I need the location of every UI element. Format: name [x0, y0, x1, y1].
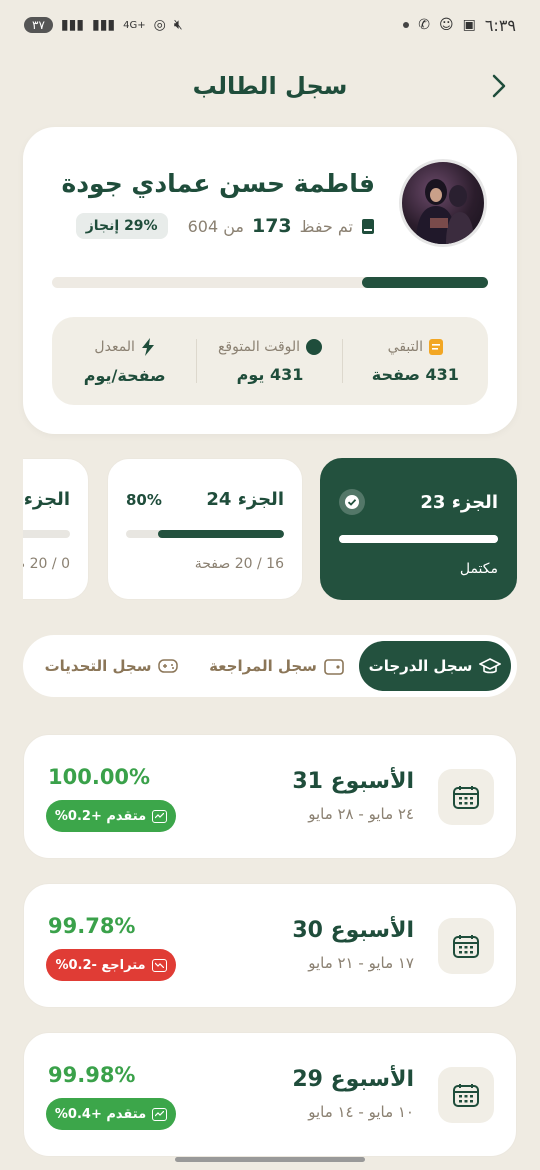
- home-indicator[interactable]: [175, 1157, 365, 1162]
- stat-expected-time: الوقت المتوقع 431 يوم: [197, 317, 344, 405]
- clock: ٦:٣٩: [484, 15, 516, 35]
- signal-icon: ▮▮▮: [60, 17, 85, 33]
- week-date-range: ١٧ مايو - ٢١ مايو: [308, 954, 414, 972]
- juz-status: مكتمل: [459, 561, 498, 577]
- juz-progress-bar: [126, 530, 284, 538]
- juz-title: الجزء 24: [206, 489, 284, 510]
- check-circle-icon: [339, 489, 365, 515]
- memorization-summary: تم حفظ 173 من 604 29% إنجاز: [75, 213, 375, 239]
- chevron-right-icon: [492, 74, 506, 98]
- status-right: ✆ ☺ ▣ ٦:٣٩: [403, 16, 516, 35]
- tab-challenges-label: سجل التحديات: [44, 657, 152, 675]
- avatar[interactable]: [399, 159, 487, 247]
- achievement-badge: 29% إنجاز: [75, 213, 168, 239]
- week-date-range: ٢٤ مايو - ٢٨ مايو: [308, 805, 414, 823]
- stat-expected-label: الوقت المتوقع: [217, 338, 301, 355]
- week-title: الأسبوع 31: [292, 769, 414, 794]
- juz-pages: 16 / 20 صفحة: [194, 556, 284, 572]
- student-name: فاطمة حسن عمادي جودة: [61, 169, 375, 198]
- juz-title: الجزء 25: [23, 489, 70, 510]
- juz-card-24[interactable]: الجزء 24 80% 16 / 20 صفحة: [107, 458, 303, 600]
- trend-up-icon: [152, 1107, 168, 1121]
- clock-icon: [306, 338, 323, 355]
- progress-fill: [361, 277, 488, 288]
- network-type: 4G+: [123, 19, 146, 31]
- signal-icon-2: ▮▮▮: [92, 17, 116, 33]
- trend-badge: متقدم +0.4%: [46, 1098, 176, 1130]
- stat-remaining-value: 431 صفحة: [371, 364, 459, 384]
- screenshot-icon: ▣: [462, 17, 476, 33]
- juz-progress-bar: [23, 530, 70, 538]
- trend-up-icon: [152, 809, 168, 823]
- juz-title: الجزء 23: [420, 491, 498, 513]
- week-card[interactable]: الأسبوع 30 ١٧ مايو - ٢١ مايو 99.78% مترا…: [23, 883, 517, 1008]
- back-button[interactable]: [484, 70, 514, 102]
- record-tabs: سجل الدرجات سجل المراجعة سجل التحديات: [23, 635, 517, 697]
- juz-progress-bar: [339, 535, 498, 543]
- week-date-range: ١٠ مايو - ١٤ مايو: [308, 1103, 414, 1121]
- avatar-image: [416, 179, 474, 244]
- hotspot-icon: ◎: [153, 17, 166, 33]
- juz-carousel[interactable]: الجزء 23 مكتمل الجزء 24 80% 16 / 20 صفحة…: [23, 458, 540, 603]
- trend-label: متراجع -0.2%: [55, 957, 146, 973]
- tab-challenges[interactable]: سجل التحديات: [29, 641, 194, 691]
- trend-badge: متقدم +0.2%: [46, 800, 176, 832]
- status-bar: ٣٧ ▮▮▮ ▮▮▮ 4G+ ◎ 🔇︎ ✆ ☺ ▣ ٦:٣٩: [24, 10, 516, 40]
- tab-grades-label: سجل الدرجات: [368, 657, 473, 675]
- memorized-prefix: تم حفظ: [299, 216, 353, 236]
- stat-rate: المعدل صفحة/يوم: [52, 317, 198, 405]
- wallet-icon: [324, 659, 344, 675]
- calendar-icon: [438, 769, 494, 825]
- memorized-total: من 604: [187, 216, 244, 236]
- stats-box: التبقي 431 صفحة الوقت المتوقع 431 يوم ال…: [52, 317, 488, 405]
- notification-dot-icon: [403, 22, 410, 28]
- juz-pages: 0 / 20 صفحة: [23, 556, 70, 572]
- tab-grades[interactable]: سجل الدرجات: [359, 641, 511, 691]
- trend-badge: متراجع -0.2%: [46, 949, 176, 981]
- gamepad-icon: [158, 659, 179, 673]
- document-icon: [429, 338, 444, 355]
- stat-rate-value: صفحة/يوم: [83, 365, 166, 385]
- trend-down-icon: [151, 958, 167, 972]
- week-card[interactable]: الأسبوع 29 ١٠ مايو - ١٤ مايو 99.98% متقد…: [23, 1032, 517, 1157]
- week-score: 99.78%: [48, 914, 136, 938]
- stat-remaining-label: التبقي: [387, 338, 424, 355]
- status-left: ٣٧ ▮▮▮ ▮▮▮ 4G+ ◎ 🔇︎: [24, 17, 183, 33]
- stat-rate-label: المعدل: [94, 338, 135, 355]
- graduation-cap-icon: [479, 658, 502, 674]
- profile-card: فاطمة حسن عمادي جودة تم حفظ 173 من 604 2…: [23, 127, 517, 434]
- stat-expected-value: 431 يوم: [236, 364, 304, 384]
- snapchat-icon: ☺: [438, 17, 454, 33]
- lightning-icon: [141, 337, 154, 356]
- whatsapp-icon: ✆: [418, 17, 430, 33]
- trend-label: متقدم +0.2%: [54, 808, 147, 824]
- memorized-count: 173: [251, 215, 292, 237]
- memorization-progress-bar: [52, 277, 488, 288]
- juz-percent: 80%: [126, 490, 162, 509]
- battery-indicator: ٣٧: [24, 17, 53, 33]
- page-title: سجل الطالب: [192, 72, 348, 100]
- mute-icon: 🔇︎: [173, 17, 183, 33]
- calendar-icon: [438, 1067, 494, 1123]
- week-score: 100.00%: [48, 765, 151, 789]
- week-title: الأسبوع 29: [292, 1067, 414, 1092]
- week-card[interactable]: الأسبوع 31 ٢٤ مايو - ٢٨ مايو 100.00% متق…: [23, 734, 517, 859]
- week-score: 99.98%: [48, 1063, 136, 1087]
- tab-review[interactable]: سجل المراجعة: [194, 641, 359, 691]
- stat-remaining: التبقي 431 صفحة: [343, 317, 488, 405]
- book-icon: [362, 218, 374, 234]
- calendar-icon: [438, 918, 494, 974]
- week-title: الأسبوع 30: [292, 918, 414, 943]
- juz-card-23[interactable]: الجزء 23 مكتمل: [320, 458, 517, 600]
- trend-label: متقدم +0.4%: [54, 1106, 147, 1122]
- tab-review-label: سجل المراجعة: [209, 657, 317, 675]
- juz-card-25[interactable]: الجزء 25 0 / 20 صفحة: [23, 458, 89, 600]
- app-header: سجل الطالب: [0, 66, 540, 106]
